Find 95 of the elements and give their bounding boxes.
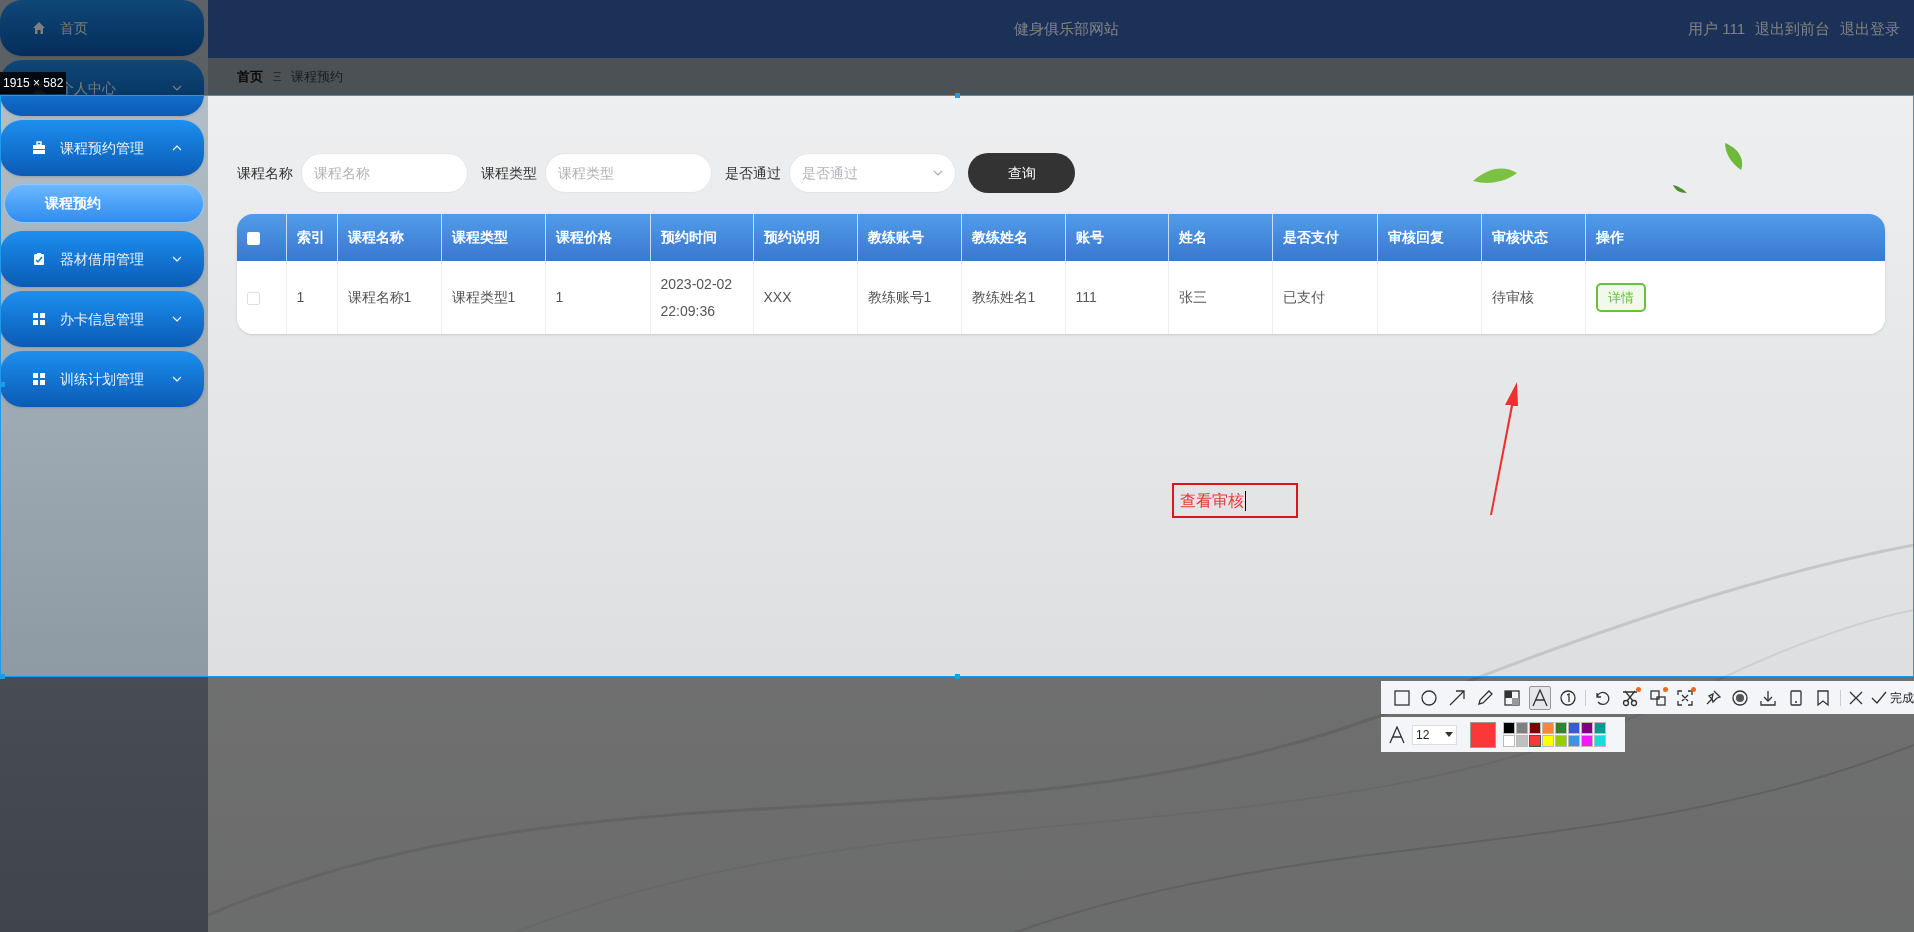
text-cursor xyxy=(1245,490,1246,511)
column-header: 教练姓名 xyxy=(961,214,1065,261)
record-icon xyxy=(1731,688,1750,707)
circle-icon xyxy=(1420,688,1439,707)
column-header: 账号 xyxy=(1065,214,1168,261)
scissors-icon xyxy=(1620,688,1639,707)
current-color-swatch[interactable] xyxy=(1470,721,1496,748)
color-swatch[interactable] xyxy=(1594,722,1606,734)
input-field[interactable]: 课程名称 xyxy=(301,153,468,193)
sidebar-item[interactable]: 课程预约管理 xyxy=(0,120,204,176)
table-cell-text: 待审核 xyxy=(1491,288,1535,307)
table-cell-text: 张三 xyxy=(1178,288,1208,307)
table-cell-text: 111 xyxy=(1075,288,1098,307)
field-label: 课程类型 xyxy=(481,163,537,183)
column-header: 课程名称 xyxy=(337,214,441,261)
sidebar-item[interactable]: 办卡信息管理 xyxy=(0,291,204,347)
table-cell-text: 教练姓名1 xyxy=(971,288,1037,307)
table-cell-text: 1 xyxy=(555,288,565,307)
header-link[interactable]: 退出登录 xyxy=(1840,17,1900,41)
download-icon xyxy=(1759,688,1778,707)
color-swatch[interactable] xyxy=(1542,722,1554,734)
grid-icon xyxy=(32,312,46,326)
color-swatch[interactable] xyxy=(1529,722,1541,734)
column-header: 教练账号 xyxy=(857,214,961,261)
table-cell-text: 2023-02-02 22:09:36 xyxy=(660,274,734,321)
resize-handle[interactable] xyxy=(955,674,960,679)
table-cell-text: 1 xyxy=(296,288,306,307)
home-icon xyxy=(32,21,46,35)
color-swatch[interactable] xyxy=(1503,722,1515,734)
arrow-icon xyxy=(1448,688,1467,707)
column-header: 索引 xyxy=(286,214,337,261)
color-swatch[interactable] xyxy=(1529,735,1541,747)
pencil-icon xyxy=(1475,688,1494,707)
numbered-marker-icon xyxy=(1558,688,1577,707)
font-icon xyxy=(1389,725,1405,744)
details-button[interactable]: 详情 xyxy=(1595,283,1646,312)
column-header: 预约时间 xyxy=(650,214,753,261)
field-label: 是否通过 xyxy=(725,163,781,183)
column-header: 是否支付 xyxy=(1272,214,1377,261)
resize-handle[interactable] xyxy=(0,382,5,387)
column-header: 操作 xyxy=(1585,214,1885,261)
check-icon xyxy=(1871,690,1888,705)
color-swatch[interactable] xyxy=(1568,735,1580,747)
resize-handle[interactable] xyxy=(0,674,5,679)
color-swatch[interactable] xyxy=(1503,735,1515,747)
rectangle-icon xyxy=(1392,688,1411,707)
resize-handle[interactable] xyxy=(955,93,960,98)
column-header: 审核状态 xyxy=(1481,214,1585,261)
color-swatch[interactable] xyxy=(1581,735,1593,747)
submenu-item[interactable]: 课程预约 xyxy=(4,184,204,223)
search-button[interactable]: 查询 xyxy=(968,153,1075,193)
tool-button[interactable] xyxy=(1529,685,1551,710)
annotation-text-box[interactable]: 查看审核 xyxy=(1172,483,1298,518)
table-cell-text: 教练账号1 xyxy=(867,288,933,307)
sidebar-item[interactable]: 器材借用管理 xyxy=(0,231,204,287)
table-cell-text: XXX xyxy=(763,288,793,307)
ocr-icon xyxy=(1676,688,1695,707)
translate-icon xyxy=(1648,688,1667,707)
header-link[interactable]: 退出到前台 xyxy=(1755,17,1830,41)
color-swatch[interactable] xyxy=(1555,722,1567,734)
table-cell-text: 课程类型1 xyxy=(451,288,517,307)
checkbox[interactable] xyxy=(247,291,260,305)
color-swatch[interactable] xyxy=(1555,735,1567,747)
color-swatch[interactable] xyxy=(1542,735,1554,747)
close-icon xyxy=(1849,690,1863,705)
grid-icon xyxy=(32,372,46,386)
column-header: 姓名 xyxy=(1168,214,1272,261)
color-swatch[interactable] xyxy=(1581,722,1593,734)
table-cell-text: 已支付 xyxy=(1282,288,1326,307)
checkbox[interactable] xyxy=(247,231,260,245)
column-header: 预约说明 xyxy=(753,214,857,261)
briefcase-icon xyxy=(32,141,46,155)
text-icon xyxy=(1531,688,1550,707)
column-header: 课程价格 xyxy=(545,214,650,261)
column-header: 课程类型 xyxy=(441,214,545,261)
done-button[interactable]: 完成 xyxy=(1871,688,1914,707)
color-swatch[interactable] xyxy=(1568,722,1580,734)
caret-icon xyxy=(1445,732,1453,737)
clipboard-icon xyxy=(32,252,46,266)
field-label: 课程名称 xyxy=(237,163,293,183)
chevron-down-icon xyxy=(933,170,943,176)
input-field[interactable]: 课程类型 xyxy=(545,153,712,193)
font-size-dropdown[interactable]: 12 xyxy=(1412,724,1457,745)
mosaic-icon xyxy=(1503,688,1522,707)
table-cell-text: 课程名称1 xyxy=(347,288,413,307)
column-header: 审核回复 xyxy=(1377,214,1481,261)
color-swatch[interactable] xyxy=(1516,722,1528,734)
site-title: 健身俱乐部网站 xyxy=(1014,18,1119,39)
color-swatch[interactable] xyxy=(1594,735,1606,747)
sidebar-item[interactable]: 训练计划管理 xyxy=(0,351,204,407)
color-swatch[interactable] xyxy=(1516,735,1528,747)
sidebar-item[interactable]: 首页 xyxy=(0,0,204,56)
header-link[interactable]: 用户 111 xyxy=(1688,17,1745,41)
select-field[interactable]: 是否通过 xyxy=(789,153,956,193)
breadcrumb-link[interactable]: 首页 xyxy=(237,66,263,87)
